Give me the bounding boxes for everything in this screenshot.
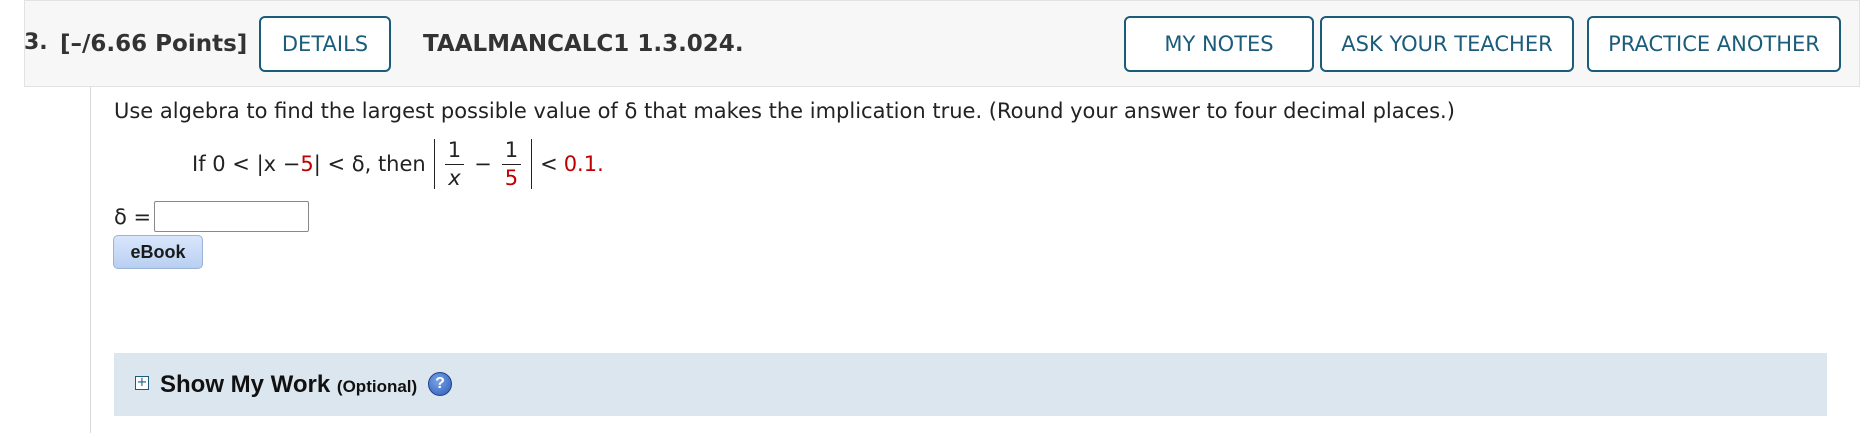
ask-teacher-button[interactable]: ASK YOUR TEACHER <box>1320 16 1574 72</box>
minus-sign: − <box>474 152 492 176</box>
fraction-one-over-five: 1 5 <box>501 139 522 190</box>
show-my-work-panel[interactable]: + Show My Work (Optional) ? <box>114 353 1827 416</box>
eq-less-than: < <box>540 152 558 176</box>
problem-prompt: Use algebra to find the largest possible… <box>114 99 1455 123</box>
delta-answer-input[interactable] <box>154 201 309 232</box>
eq-if-text: If 0 < |x − <box>192 152 301 176</box>
optional-label: (Optional) <box>336 377 418 396</box>
plus-box-icon[interactable]: + <box>135 376 149 390</box>
absolute-value: 1 x − 1 5 <box>433 139 533 190</box>
eq-mid-text: | < δ, then <box>313 152 426 176</box>
show-my-work-label: Show My Work <box>160 371 331 398</box>
answer-label: δ = <box>114 205 152 229</box>
frac2-denominator: 5 <box>504 165 519 190</box>
eq-center-value: 5 <box>300 152 314 176</box>
question-icon[interactable]: ? <box>428 372 452 396</box>
my-notes-button[interactable]: MY NOTES <box>1124 16 1314 72</box>
content-border <box>90 87 91 433</box>
frac1-numerator: 1 <box>444 139 465 165</box>
show-my-work-title[interactable]: Show My Work (Optional) <box>160 371 417 399</box>
problem-code: TAALMANCALC1 1.3.024. <box>423 31 744 57</box>
practice-another-button[interactable]: PRACTICE ANOTHER <box>1587 16 1841 72</box>
eq-epsilon: 0.1. <box>563 152 604 176</box>
question-number: 3. <box>24 30 48 55</box>
frac1-denominator: x <box>448 165 461 190</box>
frac2-numerator: 1 <box>501 139 522 165</box>
implication-equation: If 0 < |x − 5 | < δ, then 1 x − 1 5 <0.1. <box>192 136 604 192</box>
ebook-button[interactable]: eBook <box>113 235 203 269</box>
points-label: [–/6.66 Points] <box>60 31 248 57</box>
fraction-one-over-x: 1 x <box>444 139 465 190</box>
details-button[interactable]: DETAILS <box>259 16 391 72</box>
